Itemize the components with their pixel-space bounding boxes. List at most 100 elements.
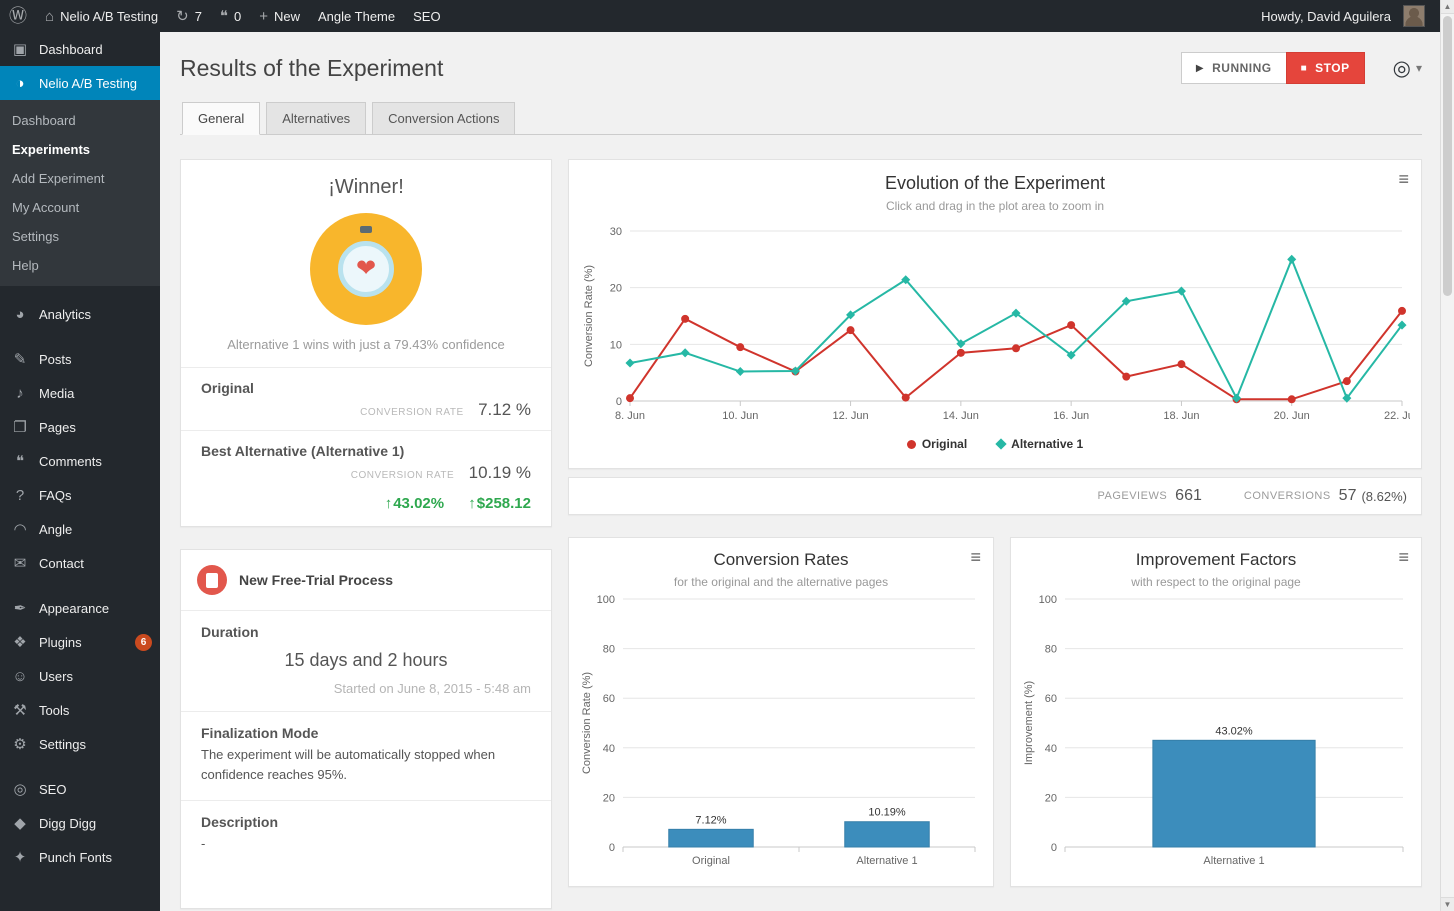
document-icon [206,573,218,588]
site-name-menu[interactable]: ⌂ Nelio A/B Testing [36,0,167,32]
evolution-chart[interactable]: 01020308. Jun10. Jun12. Jun14. Jun16. Ju… [569,219,1421,435]
dashboard-icon: ▣ [10,42,30,57]
scroll-up-icon[interactable]: ▲ [1441,0,1454,14]
sidebar-item-label: SEO [39,782,152,797]
conversions-detail: (8.62%) [1361,489,1407,504]
sidebar-item-angle[interactable]: ◠Angle [0,512,160,546]
sidebar-item-label: Media [39,386,152,401]
chart-menu-icon[interactable]: ≡ [1398,170,1409,188]
experiment-options-icon[interactable]: ◎ [1393,58,1411,79]
settings-icon: ⚙ [10,737,30,752]
improvement-factors-title: Improvement Factors [1011,550,1421,570]
sidebar-item-users[interactable]: ☺Users [0,659,160,693]
legend-original[interactable]: Original [907,437,967,451]
wordpress-menu[interactable]: Ⓦ [0,0,36,32]
svg-text:Alternative 1: Alternative 1 [856,855,917,867]
tab-general[interactable]: General [182,102,260,135]
sidebar-subitem-my-account[interactable]: My Account [0,193,160,222]
sidebar-subitem-help[interactable]: Help [0,251,160,280]
angle-theme-menu[interactable]: Angle Theme [309,0,404,32]
scrollbar[interactable]: ▲ ▼ [1440,0,1454,911]
sidebar-subitem-add-experiment[interactable]: Add Experiment [0,164,160,193]
experiment-header: New Free-Trial Process [181,550,551,610]
legend-alternative-1[interactable]: Alternative 1 [997,437,1083,451]
sidebar-item-faqs[interactable]: ?FAQs [0,478,160,512]
users-icon: ☺ [10,669,30,684]
improvement-factors-subtitle: with respect to the original page [1011,575,1421,589]
new-label: New [274,9,300,24]
sidebar-item-contact[interactable]: ✉Contact [0,546,160,580]
winner-badge: ❤ [181,213,551,325]
evolution-chart-title: Evolution of the Experiment [569,173,1421,194]
comments-menu[interactable]: ❝ 0 [211,0,250,32]
svg-text:0: 0 [609,842,615,854]
tab-alternatives[interactable]: Alternatives [266,102,366,135]
account-menu[interactable]: Howdy, David Aguilera [1252,0,1434,32]
sidebar-item-tools[interactable]: ⚒Tools [0,693,160,727]
sidebar-item-posts[interactable]: ✎Posts [0,342,160,376]
svg-text:80: 80 [603,644,615,656]
svg-text:14. Jun: 14. Jun [943,410,979,422]
svg-text:10.19%: 10.19% [868,807,906,819]
improvement-gain: ↑43.02% [385,495,444,512]
start-date: Started on June 8, 2015 - 5:48 am [201,681,531,696]
sidebar-item-comments[interactable]: ❝Comments [0,444,160,478]
sidebar-subitem-experiments[interactable]: Experiments [0,135,160,164]
updates-menu[interactable]: ↻ 7 [167,0,211,32]
svg-text:22. Jun: 22. Jun [1384,410,1410,422]
sidebar-item-settings[interactable]: ⚙Settings [0,727,160,761]
finalization-mode-text: The experiment will be automatically sto… [201,745,531,785]
stop-button[interactable]: ■ STOP [1286,52,1365,84]
sidebar-item-plugins[interactable]: ❖Plugins6 [0,625,160,659]
svg-text:16. Jun: 16. Jun [1053,410,1089,422]
scroll-thumb[interactable] [1443,16,1452,296]
running-button[interactable]: ▶ RUNNING [1181,52,1287,84]
chart-menu-icon[interactable]: ≡ [970,548,981,566]
updates-count: 7 [195,9,202,24]
experiment-info-card: New Free-Trial Process Duration 15 days … [180,549,552,909]
svg-text:Conversion Rate (%): Conversion Rate (%) [583,265,595,367]
tools-icon: ⚒ [10,703,30,718]
admin-sidebar: ▣Dashboard◑Nelio A/B Testing DashboardExp… [0,32,160,911]
comment-bubble-icon: ❝ [220,9,228,24]
sidebar-item-punch-fonts[interactable]: ✦Punch Fonts [0,840,160,874]
winner-caption: Alternative 1 wins with just a 79.43% co… [181,337,551,367]
site-name: Nelio A/B Testing [60,9,158,24]
sidebar-menu: ▣Dashboard◑Nelio A/B Testing DashboardExp… [0,32,160,874]
svg-text:7.12%: 7.12% [695,814,726,826]
howdy-text: Howdy, David Aguilera [1261,9,1391,24]
pageviews-value: 661 [1175,487,1202,505]
scroll-down-icon[interactable]: ▼ [1441,897,1454,911]
sidebar-item-appearance[interactable]: ✒Appearance [0,591,160,625]
sidebar-item-nelio-a-b-testing[interactable]: ◑Nelio A/B Testing [0,66,160,100]
seo-label: SEO [413,9,440,24]
improvement-factors-chart: 02040608010043.02%Alternative 1Improveme… [1011,591,1421,883]
svg-text:10. Jun: 10. Jun [722,410,758,422]
sidebar-item-label: Pages [39,420,152,435]
sidebar-item-dashboard[interactable]: ▣Dashboard [0,32,160,66]
best-conversion-rate: 10.19 % [469,463,531,482]
svg-text:60: 60 [603,693,615,705]
new-content-menu[interactable]: + New [250,0,309,32]
sidebar-item-analytics[interactable]: ◕Analytics [0,297,160,331]
chart-menu-icon[interactable]: ≡ [1398,548,1409,566]
sidebar-subitem-dashboard[interactable]: Dashboard [0,106,160,135]
seo-menu[interactable]: SEO [404,0,449,32]
stopwatch-face: ❤ [338,241,394,297]
sidebar-subitem-settings[interactable]: Settings [0,222,160,251]
description-label: Description [201,814,531,830]
sidebar-item-media[interactable]: ♪Media [0,376,160,410]
improvement-value: 43.02% [393,495,444,512]
left-column: ¡Winner! ❤ Alternative 1 wins with just … [180,159,552,909]
sidebar-item-pages[interactable]: ❐Pages [0,410,160,444]
sidebar-item-digg-digg[interactable]: ◆Digg Digg [0,806,160,840]
svg-text:0: 0 [1051,842,1057,854]
main-content: Results of the Experiment ▶ RUNNING ■ ST… [160,32,1454,911]
sidebar-item-seo[interactable]: ◎SEO [0,772,160,806]
punch-fonts-icon: ✦ [10,850,30,865]
stop-label: STOP [1315,61,1349,75]
chevron-down-icon[interactable]: ▾ [1416,61,1422,75]
header-controls: ▶ RUNNING ■ STOP ◎ ▾ [1181,52,1422,84]
theme-label: Angle Theme [318,9,395,24]
tab-conversion-actions[interactable]: Conversion Actions [372,102,515,135]
